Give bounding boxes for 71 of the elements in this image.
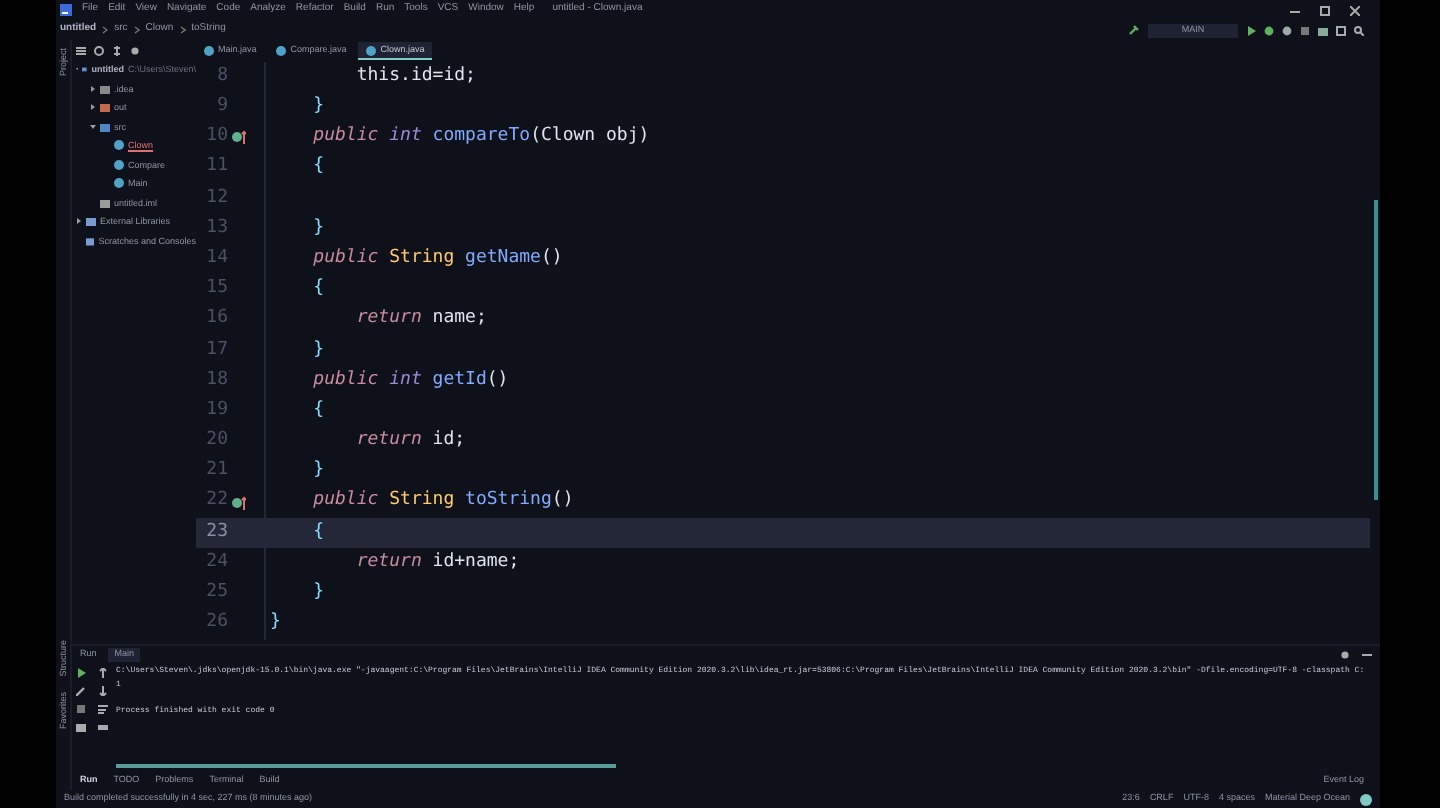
window-icon[interactable]: [1336, 25, 1346, 35]
line-number: 13: [204, 215, 228, 242]
line-number: 23: [204, 519, 228, 546]
line-number: 15: [204, 276, 228, 303]
line-number: 16: [204, 306, 228, 333]
hammer-icon[interactable]: [1128, 24, 1140, 36]
line-number: 20: [204, 428, 228, 455]
chevron-icon: [179, 26, 186, 34]
line-number: 21: [204, 458, 228, 485]
code-line: {: [264, 153, 325, 184]
collapsed-arrow-icon[interactable]: [76, 218, 82, 225]
line-number: 17: [204, 337, 228, 364]
code-line: {: [264, 517, 325, 548]
line-number: 18: [204, 367, 228, 394]
target-icon[interactable]: [94, 45, 104, 55]
code-line: {: [264, 274, 325, 305]
up-arrow-icon[interactable]: [98, 668, 108, 678]
wrap-icon[interactable]: [98, 704, 108, 714]
code-line: }: [264, 608, 281, 640]
code-line: return id;: [264, 426, 466, 457]
code-line: }: [264, 335, 325, 366]
line-number: 24: [204, 549, 228, 576]
stop-icon[interactable]: [76, 704, 86, 714]
line-number: 10: [204, 124, 228, 151]
run-icon[interactable]: [76, 668, 86, 678]
chevron-icon: [102, 26, 109, 34]
class-icon: [276, 46, 287, 56]
line-number: 22: [204, 488, 228, 515]
run-icon[interactable]: [1246, 25, 1256, 35]
collapsed-arrow-icon[interactable]: [90, 85, 96, 92]
line-number: 26: [204, 610, 228, 637]
maximize-icon[interactable]: [1320, 5, 1330, 15]
app-logo-icon: [60, 4, 72, 16]
stop-icon[interactable]: [1300, 25, 1310, 35]
horizontal-scrollbar-thumb[interactable]: [116, 764, 616, 768]
collapse-icon[interactable]: [112, 45, 122, 55]
line-number: 8: [215, 63, 228, 90]
line-number: 11: [204, 154, 228, 181]
scrollbar-thumb[interactable]: [1374, 200, 1378, 500]
line-number: 25: [204, 580, 228, 607]
code-line: }: [264, 213, 325, 245]
code-line: return id+name;: [264, 548, 520, 579]
down-arrow-icon[interactable]: [98, 686, 108, 696]
minimize-icon[interactable]: [1362, 650, 1372, 660]
code-line: public int getId(): [264, 365, 509, 397]
search-icon[interactable]: [1354, 25, 1364, 35]
chevron-icon: [133, 26, 140, 34]
code-line: }: [264, 456, 325, 488]
override-icon[interactable]: [232, 495, 246, 510]
class-icon: [204, 46, 214, 56]
line-number: 19: [204, 397, 228, 424]
line-number: 12: [204, 185, 228, 212]
collapsed-arrow-icon[interactable]: [90, 104, 96, 111]
expanded-arrow-icon[interactable]: [90, 123, 96, 130]
file-icon: [100, 197, 110, 208]
code-line: }: [264, 92, 325, 123]
override-icon[interactable]: [232, 130, 246, 145]
code-line: public String getName(): [264, 244, 563, 275]
list-icon[interactable]: [76, 45, 86, 55]
code-line: }: [264, 578, 325, 609]
line-number: 9: [215, 94, 228, 121]
close-icon[interactable]: [1350, 5, 1360, 15]
code-line: return name;: [264, 305, 487, 336]
code-line: {: [264, 396, 325, 427]
line-number: 14: [204, 245, 228, 272]
debug-icon[interactable]: [1264, 25, 1274, 35]
class-icon: [366, 45, 377, 55]
code-line: this.id=id;: [264, 62, 476, 93]
theme-indicator-icon: [1360, 793, 1372, 805]
minimize-icon[interactable]: [1290, 5, 1300, 15]
code-line: public int compareTo(Clown obj): [264, 122, 650, 154]
